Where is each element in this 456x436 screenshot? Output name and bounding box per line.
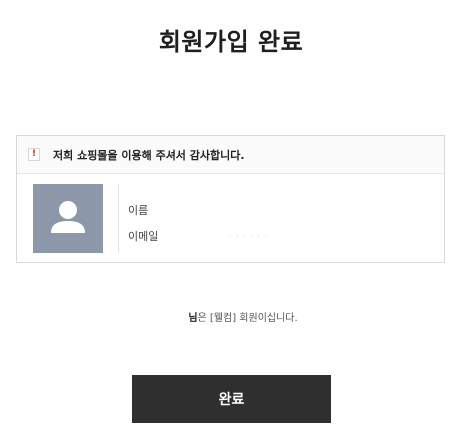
divider: [118, 184, 119, 253]
notice-header: ! 저희 쇼핑몰을 이용해 주셔서 감사합니다.: [17, 136, 444, 174]
alert-icon: !: [28, 148, 40, 161]
page-title: 회원가입 완료: [158, 28, 304, 56]
done-button[interactable]: 완료: [132, 375, 331, 423]
email-value: · · · · · ·: [229, 232, 268, 241]
email-label: 이메일: [128, 230, 159, 243]
notice-text: 저희 쇼핑몰을 이용해 주셔서 감사합니다.: [53, 148, 245, 162]
signup-summary-card: ! 저희 쇼핑몰을 이용해 주셔서 감사합니다. 이름 이메일 · · · · …: [16, 135, 445, 263]
name-label: 이름: [128, 204, 149, 217]
welcome-message: 님은 [웰컴] 회원이십니다.: [0, 309, 456, 324]
welcome-text: 은 [웰컴] 회원이십니다.: [197, 313, 298, 324]
user-avatar-icon: [33, 184, 103, 253]
welcome-name-suffix: 님: [188, 313, 198, 324]
member-info: 이름 이메일 · · · · · ·: [17, 174, 444, 262]
